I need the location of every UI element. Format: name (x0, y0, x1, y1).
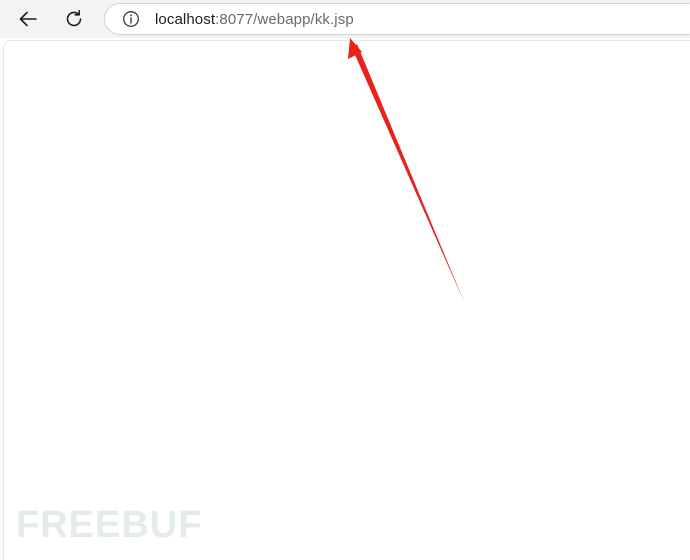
watermark-text: FREEBUF (16, 504, 203, 546)
browser-toolbar: localhost:8077/webapp/kk.jsp (0, 0, 690, 38)
url-host: localhost (155, 11, 216, 28)
address-bar[interactable]: localhost:8077/webapp/kk.jsp (104, 3, 690, 35)
info-icon[interactable] (122, 10, 140, 28)
reload-icon (66, 10, 82, 27)
back-button[interactable] (14, 5, 42, 33)
url-path: :8077/webapp/kk.jsp (215, 11, 354, 28)
arrow-left-icon (19, 11, 37, 27)
url-text[interactable]: localhost:8077/webapp/kk.jsp (155, 11, 354, 29)
reload-button[interactable] (60, 5, 88, 33)
freebuf-watermark: FREEBUF (16, 505, 202, 545)
page-content (3, 40, 690, 560)
